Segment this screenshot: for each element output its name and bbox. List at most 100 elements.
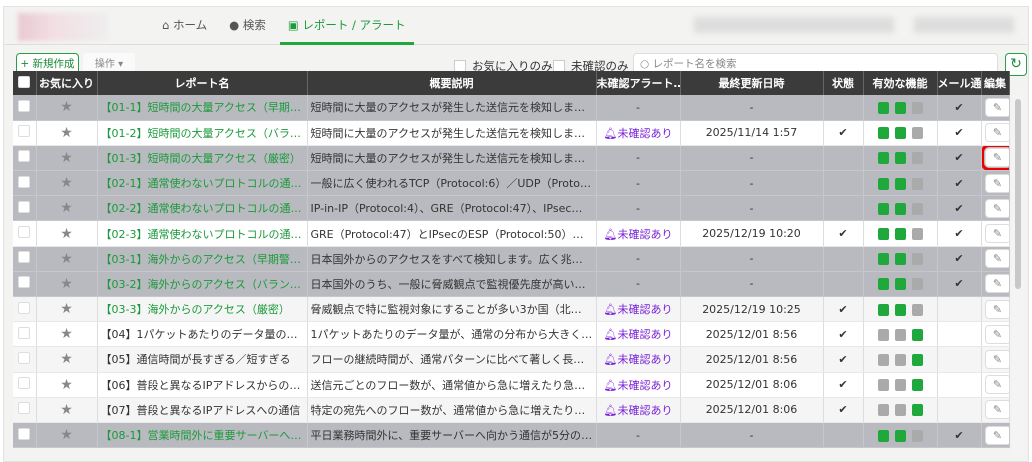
edit-button[interactable]: ✎: [981, 145, 1008, 170]
edit-button[interactable]: ✎: [984, 400, 1008, 420]
report-name[interactable]: 【04】1パケットあたりのデータ量の異常: [97, 321, 308, 348]
row-checkbox[interactable]: [18, 226, 31, 239]
edit-button[interactable]: ✎: [984, 274, 1008, 294]
edit-button[interactable]: ✎: [984, 173, 1008, 193]
row-checkbox[interactable]: [18, 251, 31, 264]
star-icon[interactable]: ★: [60, 150, 73, 166]
column-header[interactable]: メール通: [937, 71, 982, 95]
table-row[interactable]: ★ 【03-1】海外からのアクセス（早期警戒） 日本国外からのアクセスをすべて検…: [13, 246, 1010, 272]
edit-button[interactable]: ✎: [984, 198, 1008, 218]
row-checkbox[interactable]: [18, 175, 31, 188]
unconfirmed-alert[interactable]: 🔔︎未確認あり: [596, 220, 681, 247]
row-checkbox[interactable]: [18, 301, 31, 314]
table-row[interactable]: ★ 【02-3】通常使わないプロトコルの通信（ GRE（Protocol:47）…: [13, 220, 1010, 247]
row-checkbox[interactable]: [18, 326, 31, 339]
star-icon[interactable]: ★: [60, 99, 73, 115]
column-header[interactable]: レポート名: [97, 71, 308, 95]
unconfirmed-alert[interactable]: 🔔︎未確認あり: [596, 296, 681, 323]
star-icon[interactable]: ★: [60, 326, 73, 342]
select-all-checkbox[interactable]: [18, 75, 31, 88]
last-updated: -: [680, 170, 824, 197]
edit-button[interactable]: ✎: [984, 375, 1008, 395]
report-name[interactable]: 【02-3】通常使わないプロトコルの通信（: [97, 220, 308, 247]
edit-button[interactable]: ✎: [984, 97, 1008, 117]
scrollbar[interactable]: [1012, 95, 1024, 455]
row-checkbox[interactable]: [18, 125, 31, 138]
unconfirmed-alert[interactable]: 🔔︎未確認あり: [596, 120, 681, 146]
row-checkbox[interactable]: [18, 351, 31, 364]
report-name[interactable]: 【01-2】短時間の大量アクセス（バランス）: [97, 120, 308, 146]
row-checkbox[interactable]: [18, 276, 31, 289]
nav-reports[interactable]: ▣ レポート / アラート: [279, 7, 414, 45]
table-row[interactable]: ★ 【02-2】通常使わないプロトコルの通信（ IP-in-IP（Protoco…: [13, 195, 1010, 222]
edit-button[interactable]: ✎: [984, 123, 1008, 143]
report-name[interactable]: 【03-1】海外からのアクセス（早期警戒）: [97, 246, 308, 272]
report-name[interactable]: 【06】普段と異なるIPアドレスからの通信: [97, 372, 308, 398]
column-header[interactable]: 最終更新日時: [680, 71, 824, 95]
edit-button[interactable]: ✎: [984, 324, 1008, 344]
star-icon[interactable]: ★: [60, 251, 73, 267]
row-checkbox[interactable]: [18, 427, 31, 440]
column-header[interactable]: お気に入り: [36, 71, 98, 95]
star-icon[interactable]: ★: [60, 427, 73, 443]
unconfirmed-alert[interactable]: 🔔︎未確認あり: [596, 397, 681, 423]
unconfirmed-alert[interactable]: 🔔︎未確認あり: [596, 372, 681, 398]
mail-cell: [937, 296, 982, 323]
table-row[interactable]: ★ 【05】通信時間が長すぎる／短すぎる フローの継続時間が、通常パターンに比べ…: [13, 346, 1010, 373]
nav-search[interactable]: ● 検索: [221, 7, 274, 45]
report-name[interactable]: 【02-1】通常使わないプロトコルの通信（: [97, 170, 308, 197]
unconfirmed-alert[interactable]: 🔔︎未確認あり: [596, 321, 681, 348]
edit-button[interactable]: ✎: [984, 249, 1008, 269]
star-icon[interactable]: ★: [60, 377, 73, 393]
table-row[interactable]: ★ 【06】普段と異なるIPアドレスからの通信 送信元ごとのフロー数が、通常値か…: [13, 372, 1010, 398]
edit-button[interactable]: ✎: [984, 425, 1008, 445]
last-updated: -: [680, 95, 824, 121]
report-name[interactable]: 【01-1】短時間の大量アクセス（早期警戒）: [97, 95, 308, 121]
star-icon[interactable]: ★: [60, 175, 73, 191]
column-header[interactable]: 編集: [981, 71, 1010, 95]
report-name[interactable]: 【08-1】営業時間外に重要サーバーへ接続: [97, 422, 308, 449]
edit-button[interactable]: ✎: [984, 349, 1008, 369]
table-row[interactable]: ★ 【01-1】短時間の大量アクセス（早期警戒） 短時間に大量のアクセスが発生し…: [13, 95, 1010, 121]
edit-button[interactable]: ✎: [984, 224, 1008, 244]
row-checkbox[interactable]: [18, 150, 31, 163]
star-icon[interactable]: ★: [60, 276, 73, 292]
column-header[interactable]: 状態: [823, 71, 864, 95]
mail-cell: ✔: [937, 170, 982, 197]
star-icon[interactable]: ★: [60, 226, 73, 242]
column-header[interactable]: 未確認アラート…: [596, 71, 681, 95]
search-placeholder: レポート名を検索: [652, 58, 737, 70]
star-icon[interactable]: ★: [60, 200, 73, 216]
table-row[interactable]: ★ 【01-2】短時間の大量アクセス（バランス） 短時間に大量のアクセスが発生し…: [13, 120, 1010, 146]
column-header[interactable]: 概要説明: [307, 71, 597, 95]
status-cell: ✔: [823, 220, 864, 247]
table-row[interactable]: ★ 【03-3】海外からのアクセス（厳密） 脅威観点で特に監視対象にすることが多…: [13, 296, 1010, 323]
table-row[interactable]: ★ 【07】普段と異なるIPアドレスへの通信 特定の宛先へのフロー数が、通常値か…: [13, 397, 1010, 423]
report-name[interactable]: 【01-3】短時間の大量アクセス（厳密）: [97, 145, 308, 172]
star-icon[interactable]: ★: [60, 125, 73, 141]
report-name[interactable]: 【02-2】通常使わないプロトコルの通信（: [97, 195, 308, 222]
report-name[interactable]: 【07】普段と異なるIPアドレスへの通信: [97, 397, 308, 423]
star-icon[interactable]: ★: [60, 301, 73, 317]
table-row[interactable]: ★ 【04】1パケットあたりのデータ量の異常 1パケットあたりのデータ量が、通常…: [13, 321, 1010, 348]
report-name[interactable]: 【03-2】海外からのアクセス（バランス）: [97, 271, 308, 298]
table-row[interactable]: ★ 【03-2】海外からのアクセス（バランス） 日本国外のうち、一般に脅威観点で…: [13, 271, 1010, 298]
row-checkbox[interactable]: [18, 377, 31, 390]
report-name[interactable]: 【03-3】海外からのアクセス（厳密）: [97, 296, 308, 323]
row-checkbox[interactable]: [18, 402, 31, 415]
table-row[interactable]: ★ 【08-1】営業時間外に重要サーバーへ接続 平日業務時間外に、重要サーバーへ…: [13, 422, 1010, 449]
table-row[interactable]: ★ 【02-1】通常使わないプロトコルの通信（ 一般に広く使われるTCP（Pro…: [13, 170, 1010, 197]
table-row[interactable]: ★ 【01-3】短時間の大量アクセス（厳密） 短時間に大量のアクセスが発生した送…: [13, 145, 1010, 172]
edit-button[interactable]: ✎: [984, 299, 1008, 319]
mail-cell: ✔: [937, 195, 982, 222]
scrollbar-thumb[interactable]: [1015, 99, 1021, 289]
unconfirmed-alert[interactable]: 🔔︎未確認あり: [596, 346, 681, 373]
star-icon[interactable]: ★: [60, 351, 73, 367]
column-header[interactable]: 有効な機能: [863, 71, 938, 95]
nav-home[interactable]: ⌂ ホーム: [154, 7, 215, 45]
row-checkbox[interactable]: [18, 200, 31, 213]
star-icon[interactable]: ★: [60, 402, 73, 418]
report-name[interactable]: 【05】通信時間が長すぎる／短すぎる: [97, 346, 308, 373]
column-header[interactable]: [13, 71, 37, 95]
row-checkbox[interactable]: [18, 99, 31, 112]
